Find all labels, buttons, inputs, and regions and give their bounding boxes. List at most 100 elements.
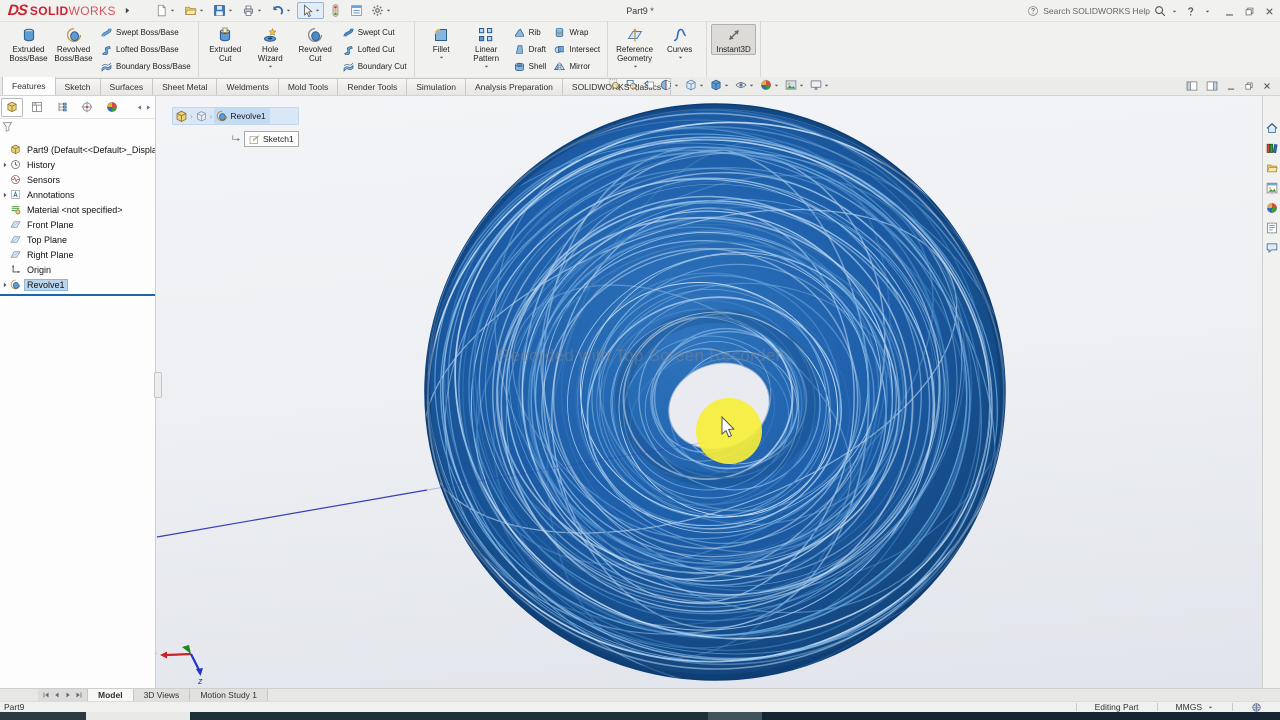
previous-tab-button[interactable] bbox=[52, 691, 62, 699]
help-search[interactable]: Search SOLIDWORKS Help bbox=[1027, 5, 1178, 17]
search-icon[interactable] bbox=[1154, 5, 1166, 17]
zoom-fit-button[interactable] bbox=[608, 79, 622, 91]
window-restore-icon[interactable] bbox=[1244, 6, 1255, 17]
first-tab-button[interactable] bbox=[41, 691, 51, 699]
window-minimize-button[interactable] bbox=[1226, 81, 1236, 91]
mirror-button[interactable]: Mirror bbox=[551, 58, 603, 75]
property-manager-tab[interactable] bbox=[26, 98, 48, 117]
menu-flyout-arrow[interactable] bbox=[123, 6, 132, 15]
custom-properties-button[interactable] bbox=[1264, 220, 1280, 235]
dimxpert-manager-tab[interactable] bbox=[76, 98, 98, 117]
tree-item-front-plane[interactable]: Front Plane bbox=[0, 217, 155, 232]
tree-item-revolve1[interactable]: Revolve1 bbox=[0, 277, 155, 292]
pane-left-button[interactable] bbox=[1186, 80, 1198, 92]
display-style-button[interactable] bbox=[709, 79, 731, 91]
filter-funnel-icon[interactable] bbox=[2, 121, 13, 132]
tab-features[interactable]: Features bbox=[2, 76, 56, 95]
tag-globe-icon[interactable] bbox=[1233, 702, 1280, 713]
lofted-cut-button[interactable]: Lofted Cut bbox=[340, 41, 410, 58]
tab-mold-tools[interactable]: Mold Tools bbox=[277, 78, 339, 95]
open-button[interactable] bbox=[181, 2, 208, 19]
window-minimize-icon[interactable] bbox=[1224, 6, 1235, 17]
home-button[interactable] bbox=[1264, 120, 1280, 135]
reference-geometry-button[interactable]: Reference Geometry bbox=[612, 24, 657, 73]
previous-view-button[interactable] bbox=[642, 79, 656, 91]
part-breadcrumb-icon[interactable] bbox=[175, 110, 188, 123]
help-caret-icon[interactable] bbox=[1204, 8, 1211, 15]
linear-pattern-button[interactable]: Linear Pattern bbox=[464, 24, 509, 73]
new-file-button[interactable] bbox=[152, 2, 179, 19]
display-manager-tab[interactable] bbox=[101, 98, 123, 117]
intersect-button[interactable]: Intersect bbox=[551, 41, 603, 58]
panel-splitter-handle[interactable] bbox=[154, 372, 162, 398]
undo-button[interactable] bbox=[268, 2, 295, 19]
rebuild-button[interactable] bbox=[326, 2, 345, 19]
featuremanager-tree-tab[interactable] bbox=[1, 97, 23, 117]
tab-surfaces[interactable]: Surfaces bbox=[99, 78, 154, 95]
last-tab-button[interactable] bbox=[74, 691, 84, 699]
help-question-icon[interactable] bbox=[1185, 6, 1196, 17]
select-button[interactable] bbox=[296, 2, 324, 19]
edit-appearance-button[interactable] bbox=[759, 79, 781, 91]
tree-item-origin[interactable]: Origin bbox=[0, 262, 155, 277]
rib-button[interactable]: Rib bbox=[511, 24, 550, 41]
rollback-bar[interactable] bbox=[0, 294, 155, 296]
save-button[interactable] bbox=[210, 2, 237, 19]
doc-tab-3d-views[interactable]: 3D Views bbox=[133, 689, 191, 701]
doc-tab-motion-study-1[interactable]: Motion Study 1 bbox=[190, 689, 269, 701]
curves-button[interactable]: Curves bbox=[657, 24, 702, 64]
file-explorer-button[interactable] bbox=[1264, 160, 1280, 175]
boundary-cut-button[interactable]: Boundary Cut bbox=[340, 58, 410, 75]
sketch1-chip[interactable]: Sketch1 bbox=[244, 131, 299, 147]
apply-scene-button[interactable] bbox=[784, 79, 806, 91]
swept-boss-base-button[interactable]: Swept Boss/Base bbox=[98, 24, 194, 41]
zoom-area-button[interactable] bbox=[625, 79, 639, 91]
tab-simulation[interactable]: Simulation bbox=[406, 78, 466, 95]
extruded-boss-base-button[interactable]: Extruded Boss/Base bbox=[6, 24, 51, 64]
configuration-manager-tab[interactable] bbox=[51, 98, 73, 117]
tab-sheet-metal[interactable]: Sheet Metal bbox=[152, 78, 218, 95]
wrap-button[interactable]: Wrap bbox=[551, 24, 603, 41]
tab-analysis-preparation[interactable]: Analysis Preparation bbox=[464, 78, 563, 95]
scroll-left-icon[interactable] bbox=[136, 103, 143, 112]
hole-wizard-button[interactable]: Hole Wizard bbox=[248, 24, 293, 73]
tree-item-part9-root[interactable]: Part9 (Default<<Default>_Display State bbox=[0, 142, 155, 157]
section-view-button[interactable] bbox=[659, 79, 681, 91]
tree-item-right-plane[interactable]: Right Plane bbox=[0, 247, 155, 262]
options-button[interactable] bbox=[368, 2, 395, 19]
search-label[interactable]: Search SOLIDWORKS Help bbox=[1043, 6, 1150, 16]
expand-arrow-icon[interactable] bbox=[0, 282, 10, 288]
appearances-scenes-button[interactable] bbox=[1264, 200, 1280, 215]
doc-tab-model[interactable]: Model bbox=[87, 689, 134, 701]
revolve1-breadcrumb-chip[interactable]: Revolve1 bbox=[214, 108, 270, 124]
design-library-button[interactable] bbox=[1264, 140, 1280, 155]
tab-sketch[interactable]: Sketch bbox=[54, 78, 101, 95]
instant3d-button[interactable]: Instant3D bbox=[711, 24, 757, 55]
tab-render-tools[interactable]: Render Tools bbox=[337, 78, 408, 95]
revolved-boss-base-button[interactable]: Revolved Boss/Base bbox=[51, 24, 96, 64]
print-button[interactable] bbox=[239, 2, 266, 19]
tree-item-top-plane[interactable]: Top Plane bbox=[0, 232, 155, 247]
shell-button[interactable]: Shell bbox=[511, 58, 550, 75]
units-selector[interactable]: MMGS bbox=[1158, 702, 1232, 712]
tree-item-material-not-specified[interactable]: Material <not specified> bbox=[0, 202, 155, 217]
draft-button[interactable]: Draft bbox=[511, 41, 550, 58]
model-canvas[interactable]: xz bbox=[156, 96, 1262, 688]
boundary-boss-base-button[interactable]: Boundary Boss/Base bbox=[98, 58, 194, 75]
view-orientation-button[interactable] bbox=[684, 79, 706, 91]
next-tab-button[interactable] bbox=[63, 691, 73, 699]
fillet-button[interactable]: Fillet bbox=[419, 24, 464, 64]
tab-weldments[interactable]: Weldments bbox=[216, 78, 279, 95]
pane-right-button[interactable] bbox=[1206, 80, 1218, 92]
expand-arrow-icon[interactable] bbox=[0, 192, 10, 198]
body-breadcrumb-icon[interactable] bbox=[195, 110, 208, 123]
expand-arrow-icon[interactable] bbox=[0, 162, 10, 168]
scroll-right-icon[interactable] bbox=[145, 103, 152, 112]
tree-item-history[interactable]: History bbox=[0, 157, 155, 172]
swept-cut-button[interactable]: Swept Cut bbox=[340, 24, 410, 41]
extruded-cut-button[interactable]: Extruded Cut bbox=[203, 24, 248, 64]
tree-item-annotations[interactable]: Annotations bbox=[0, 187, 155, 202]
hide-show-items-button[interactable] bbox=[734, 79, 756, 91]
view-palette-button[interactable] bbox=[1264, 180, 1280, 195]
graphics-area[interactable]: xz Recorded with Top Screen Recorder › ›… bbox=[156, 96, 1262, 688]
